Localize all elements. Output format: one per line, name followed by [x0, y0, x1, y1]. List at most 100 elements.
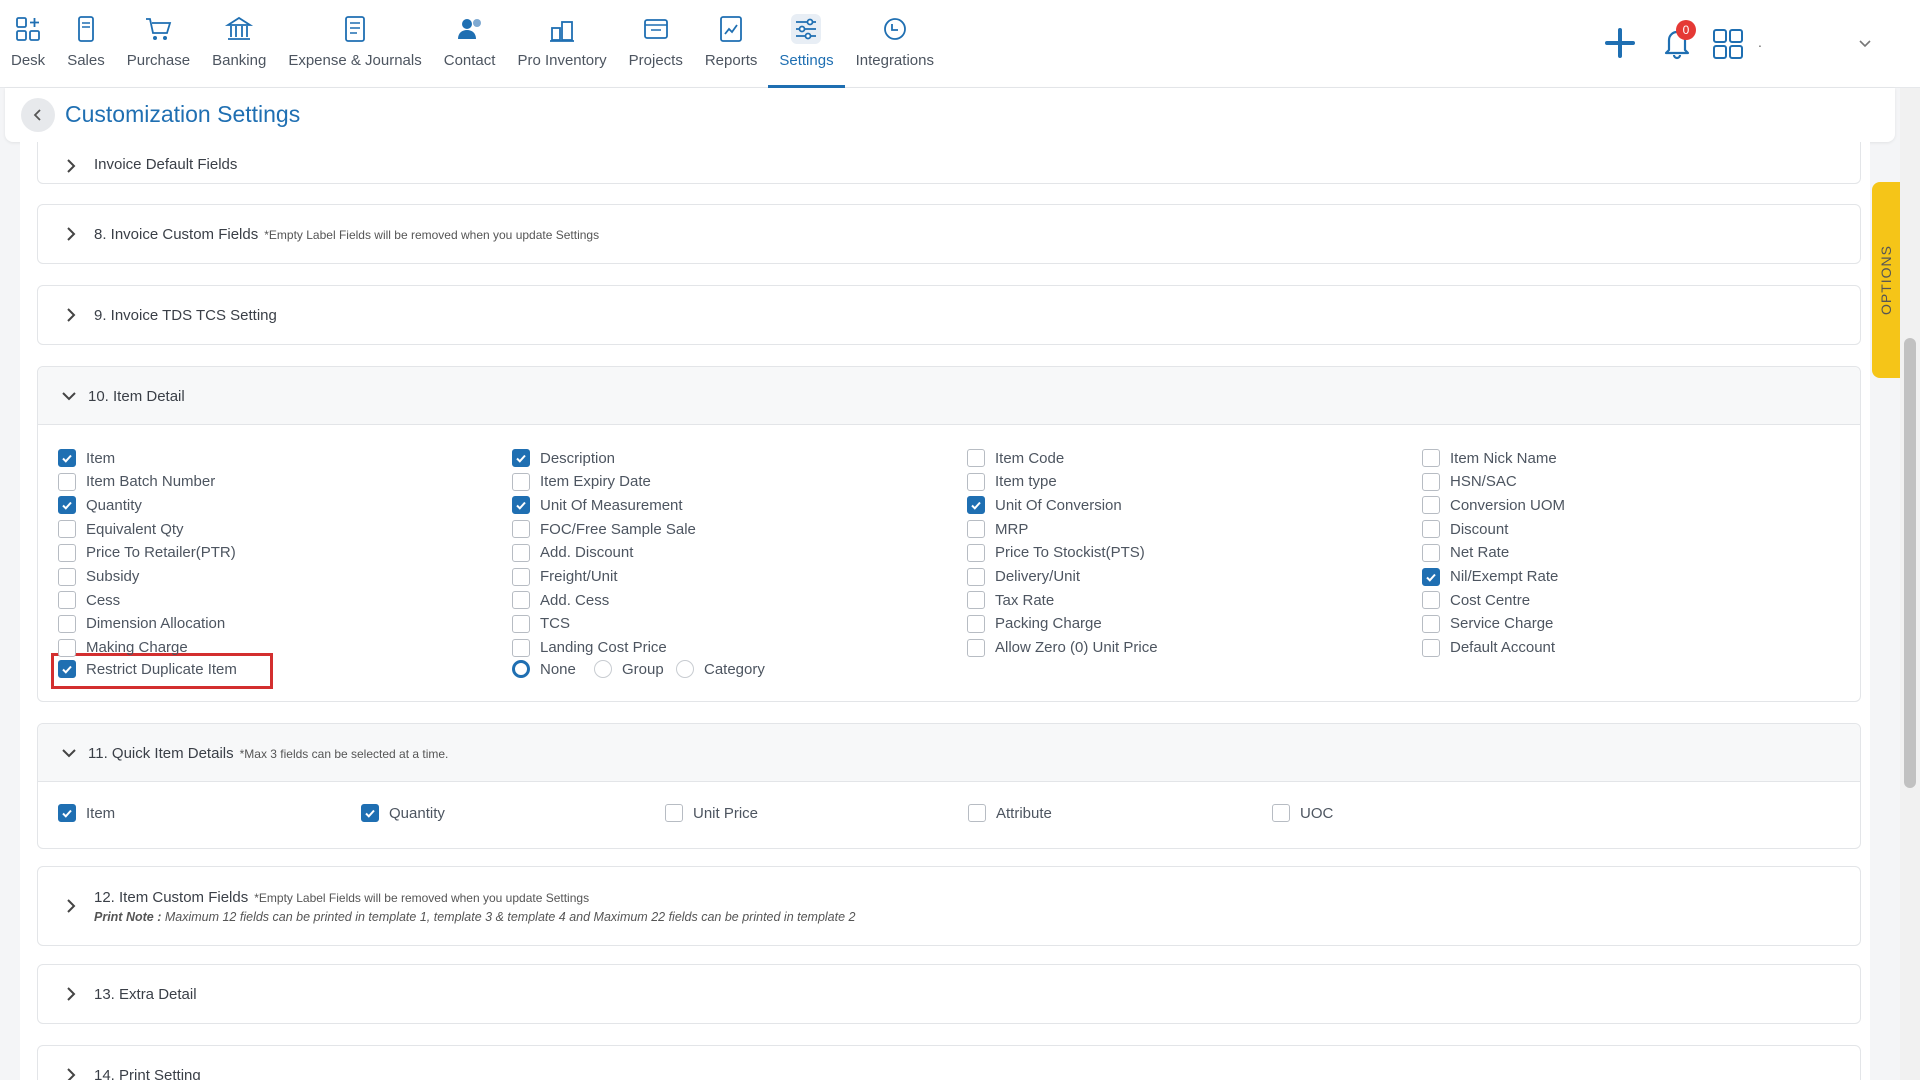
checkbox-uoc[interactable]: UOC: [1272, 804, 1333, 822]
checkbox-box[interactable]: [58, 614, 76, 633]
checkbox-box[interactable]: [512, 614, 530, 633]
checkbox-conversion-uom[interactable]: Conversion UOM: [1422, 496, 1565, 515]
checkbox-box[interactable]: [1422, 449, 1440, 467]
checkbox-cess[interactable]: Cess: [58, 591, 120, 610]
nav-item-desk[interactable]: Desk: [0, 0, 56, 88]
checkbox-box[interactable]: [58, 660, 76, 678]
checkbox-box[interactable]: [968, 804, 986, 822]
checkbox-landing-cost-price[interactable]: Landing Cost Price: [512, 638, 667, 657]
checkbox-box[interactable]: [665, 804, 683, 822]
checkbox-box[interactable]: [58, 496, 76, 515]
section-invoice-custom-fields[interactable]: 8. Invoice Custom Fields *Empty Label Fie…: [37, 204, 1861, 264]
user-menu-toggle[interactable]: [1858, 36, 1872, 50]
checkbox-box[interactable]: [1272, 804, 1290, 822]
nav-item-reports[interactable]: Reports: [694, 0, 769, 88]
checkbox-freight-unit[interactable]: Freight/Unit: [512, 567, 618, 586]
checkbox-add-cess[interactable]: Add. Cess: [512, 591, 609, 610]
checkbox-cost-centre[interactable]: Cost Centre: [1422, 591, 1530, 610]
options-side-tab[interactable]: OPTIONS: [1872, 182, 1900, 378]
checkbox-nil-exempt-rate[interactable]: Nil/Exempt Rate: [1422, 567, 1558, 586]
radio-circle[interactable]: [512, 660, 530, 678]
nav-item-projects[interactable]: Projects: [618, 0, 694, 88]
checkbox-unit-of-measurement[interactable]: Unit Of Measurement: [512, 496, 683, 515]
checkbox-box[interactable]: [58, 591, 76, 610]
add-new-button[interactable]: [1603, 26, 1637, 60]
checkbox-box[interactable]: [967, 567, 985, 586]
section-invoice-tds-tcs[interactable]: 9. Invoice TDS TCS Setting: [37, 285, 1861, 345]
checkbox-tax-rate[interactable]: Tax Rate: [967, 591, 1054, 610]
checkbox-box[interactable]: [58, 449, 76, 467]
section-invoice-default-fields[interactable]: Invoice Default Fields: [37, 142, 1861, 184]
radio-none[interactable]: None: [512, 660, 576, 678]
checkbox-unit-of-conversion[interactable]: Unit Of Conversion: [967, 496, 1122, 515]
checkbox-equivalent-qty[interactable]: Equivalent Qty: [58, 520, 184, 539]
section-header[interactable]: 10. Item Detail: [38, 367, 1860, 425]
checkbox-box[interactable]: [967, 496, 985, 515]
checkbox-box[interactable]: [967, 638, 985, 657]
checkbox-box[interactable]: [1422, 543, 1440, 562]
checkbox-price-to-stockist-pts-[interactable]: Price To Stockist(PTS): [967, 543, 1145, 562]
checkbox-hsn-sac[interactable]: HSN/SAC: [1422, 472, 1517, 491]
nav-item-banking[interactable]: Banking: [201, 0, 277, 88]
page-scrollbar[interactable]: [1900, 88, 1920, 1080]
section-header[interactable]: 11. Quick Item Details *Max 3 fields can …: [38, 724, 1860, 782]
checkbox-box[interactable]: [1422, 638, 1440, 657]
checkbox-box[interactable]: [1422, 520, 1440, 539]
section-item-custom-fields[interactable]: 12. Item Custom Fields *Empty Label Field…: [37, 866, 1861, 946]
checkbox-box[interactable]: [1422, 472, 1440, 491]
scrollbar-thumb[interactable]: [1904, 338, 1916, 788]
checkbox-net-rate[interactable]: Net Rate: [1422, 543, 1509, 562]
checkbox-making-charge[interactable]: Making Charge: [58, 638, 188, 657]
checkbox-add-discount[interactable]: Add. Discount: [512, 543, 633, 562]
checkbox-box[interactable]: [512, 520, 530, 539]
checkbox-item-nick-name[interactable]: Item Nick Name: [1422, 449, 1557, 467]
checkbox-quantity[interactable]: Quantity: [58, 496, 142, 515]
radio-category[interactable]: Category: [676, 660, 765, 678]
checkbox-box[interactable]: [58, 472, 76, 491]
section-print-setting[interactable]: 14. Print Setting: [37, 1045, 1861, 1080]
checkbox-item-type[interactable]: Item type: [967, 472, 1057, 491]
checkbox-quantity[interactable]: Quantity: [361, 804, 445, 822]
app-switcher-button[interactable]: [1712, 28, 1744, 60]
checkbox-item-batch-number[interactable]: Item Batch Number: [58, 472, 215, 491]
nav-item-contact[interactable]: Contact: [433, 0, 507, 88]
checkbox-description[interactable]: Description: [512, 449, 615, 467]
checkbox-box[interactable]: [967, 520, 985, 539]
checkbox-box[interactable]: [512, 472, 530, 491]
checkbox-box[interactable]: [58, 567, 76, 586]
nav-item-integrations[interactable]: Integrations: [845, 0, 945, 88]
checkbox-delivery-unit[interactable]: Delivery/Unit: [967, 567, 1080, 586]
checkbox-box[interactable]: [512, 638, 530, 657]
checkbox-restrict-duplicate-item[interactable]: Restrict Duplicate Item: [58, 660, 237, 678]
checkbox-box[interactable]: [1422, 496, 1440, 515]
checkbox-box[interactable]: [361, 804, 379, 822]
checkbox-item[interactable]: Item: [58, 449, 115, 467]
checkbox-box[interactable]: [967, 472, 985, 491]
checkbox-dimension-allocation[interactable]: Dimension Allocation: [58, 614, 225, 633]
back-button[interactable]: [21, 98, 55, 132]
checkbox-discount[interactable]: Discount: [1422, 520, 1508, 539]
checkbox-box[interactable]: [58, 638, 76, 657]
section-extra-detail[interactable]: 13. Extra Detail: [37, 964, 1861, 1024]
checkbox-box[interactable]: [512, 543, 530, 562]
checkbox-service-charge[interactable]: Service Charge: [1422, 614, 1553, 633]
checkbox-default-account[interactable]: Default Account: [1422, 638, 1555, 657]
radio-circle[interactable]: [594, 660, 612, 678]
checkbox-box[interactable]: [967, 591, 985, 610]
checkbox-box[interactable]: [512, 591, 530, 610]
checkbox-item[interactable]: Item: [58, 804, 115, 822]
nav-item-settings[interactable]: Settings: [768, 0, 845, 88]
nav-item-purchase[interactable]: Purchase: [116, 0, 201, 88]
checkbox-attribute[interactable]: Attribute: [968, 804, 1052, 822]
radio-group[interactable]: Group: [594, 660, 664, 678]
checkbox-packing-charge[interactable]: Packing Charge: [967, 614, 1102, 633]
checkbox-box[interactable]: [58, 804, 76, 822]
checkbox-price-to-retailer-ptr-[interactable]: Price To Retailer(PTR): [58, 543, 236, 562]
checkbox-tcs[interactable]: TCS: [512, 614, 570, 633]
checkbox-foc-free-sample-sale[interactable]: FOC/Free Sample Sale: [512, 520, 696, 539]
checkbox-box[interactable]: [1422, 567, 1440, 586]
nav-item-sales[interactable]: Sales: [56, 0, 116, 88]
nav-item-expense-journals[interactable]: Expense & Journals: [277, 0, 432, 88]
checkbox-box[interactable]: [512, 567, 530, 586]
checkbox-subsidy[interactable]: Subsidy: [58, 567, 139, 586]
